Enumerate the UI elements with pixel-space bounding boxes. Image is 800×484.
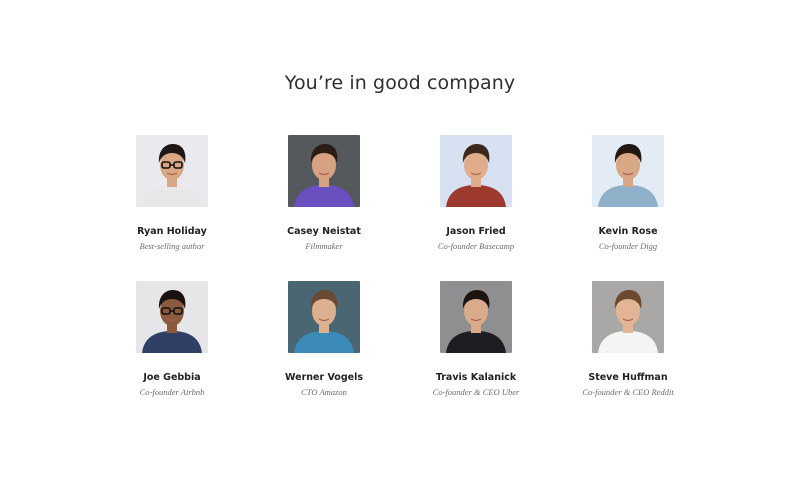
person-role: Best-selling author (139, 241, 205, 251)
people-grid: Ryan Holiday Best-selling author Casey Nei… (96, 135, 704, 427)
person-role: Filmmaker (305, 241, 343, 251)
person-name: Joe Gebbia (143, 372, 201, 383)
person-role: Co-founder Airbnb (139, 387, 205, 397)
person-role: Co-founder Digg (598, 241, 658, 251)
person-role: CTO Amazon (301, 387, 347, 397)
person-portrait-icon (592, 281, 664, 353)
person-name: Jason Fried (446, 226, 506, 237)
person-photo (440, 135, 512, 207)
person-role: Co-founder & CEO Reddit (582, 387, 674, 397)
person-portrait-icon (440, 135, 512, 207)
person-card: Kevin Rose Co-founder Digg (552, 135, 704, 281)
person-portrait-icon (288, 281, 360, 353)
person-photo (592, 281, 664, 353)
person-name: Ryan Holiday (137, 226, 207, 237)
person-card: Travis Kalanick Co-founder & CEO Uber (400, 281, 552, 427)
person-name: Steve Huffman (588, 372, 668, 383)
section-title: You’re in good company (284, 72, 516, 94)
person-role: Co-founder Basecamp (437, 241, 515, 251)
person-photo (440, 281, 512, 353)
person-name: Travis Kalanick (435, 372, 517, 383)
person-name: Werner Vogels (285, 372, 363, 383)
person-name: Kevin Rose (598, 226, 658, 237)
person-photo (592, 135, 664, 207)
person-portrait-icon (288, 135, 360, 207)
person-card: Casey Neistat Filmmaker (248, 135, 400, 281)
person-portrait-icon (592, 135, 664, 207)
person-name: Casey Neistat (287, 226, 361, 237)
person-portrait-icon (136, 135, 208, 207)
person-card: Werner Vogels CTO Amazon (248, 281, 400, 427)
person-portrait-icon (440, 281, 512, 353)
person-card: Joe Gebbia Co-founder Airbnb (96, 281, 248, 427)
person-portrait-icon (136, 281, 208, 353)
person-photo (136, 281, 208, 353)
person-card: Jason Fried Co-founder Basecamp (400, 135, 552, 281)
person-role: Co-founder & CEO Uber (432, 387, 520, 397)
person-card: Steve Huffman Co-founder & CEO Reddit (552, 281, 704, 427)
person-photo (288, 135, 360, 207)
person-card: Ryan Holiday Best-selling author (96, 135, 248, 281)
person-photo (136, 135, 208, 207)
person-photo (288, 281, 360, 353)
